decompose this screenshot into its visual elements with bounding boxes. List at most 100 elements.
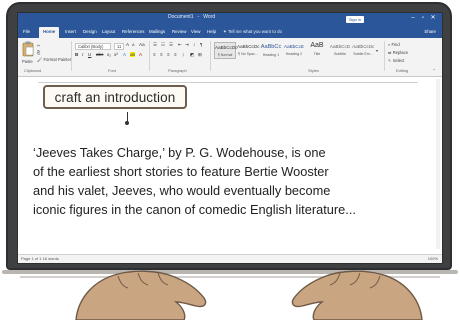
brush-icon: 🖌 — [37, 57, 43, 62]
style-heading-2[interactable]: AaBbCcE Heading 2 — [283, 42, 305, 59]
replace-label: Replace — [392, 50, 409, 55]
tab-insert[interactable]: Insert — [65, 29, 76, 34]
borders-icon[interactable]: ⊞ — [198, 52, 202, 58]
document-area[interactable]: craft an introduction ‘Jeeves Takes Char… — [18, 77, 442, 257]
align-left-icon[interactable]: ≡ — [153, 52, 156, 57]
copy-icon[interactable]: ⎘ — [37, 50, 40, 55]
font-size-box[interactable]: 11 — [114, 43, 125, 50]
document-paragraph[interactable]: ‘Jeeves Takes Charge,’ by P. G. Wodehous… — [33, 143, 428, 219]
title-separator: - — [197, 14, 200, 20]
format-painter-button[interactable]: 🖌 Format Painter — [37, 57, 71, 63]
italic-button[interactable]: I — [82, 52, 83, 57]
grow-font-icon[interactable]: A — [126, 42, 129, 47]
collapse-ribbon-icon[interactable]: ⌃ — [432, 68, 436, 73]
highlight-icon[interactable]: ab — [130, 52, 136, 57]
style-normal[interactable]: AaBbCcDc ¶ Normal — [214, 42, 238, 59]
group-divider — [71, 41, 72, 71]
tab-file[interactable]: File — [23, 29, 30, 34]
search-icon: ⌕ — [388, 42, 391, 47]
multilevel-list-icon[interactable]: ☰ — [169, 42, 173, 48]
style-name: Heading 2 — [285, 52, 303, 56]
justify-icon[interactable]: ≡ — [174, 52, 177, 57]
cursor-icon: ↖ — [388, 58, 392, 63]
select-button[interactable]: ↖ Select — [388, 58, 404, 63]
ribbon-tabs: File Home Insert Design Layout Reference… — [18, 26, 442, 38]
shrink-font-icon[interactable]: A — [132, 43, 135, 47]
tab-references[interactable]: References — [122, 29, 144, 34]
font-name-box[interactable]: Calibri (Body) — [75, 43, 111, 50]
window-controls: – ▫ ✕ — [408, 14, 438, 21]
shading-icon[interactable]: ◩ — [190, 52, 194, 58]
callout-text: craft an introduction — [54, 90, 176, 105]
show-marks-icon[interactable]: ¶ — [200, 42, 202, 47]
tab-layout[interactable]: Layout — [102, 29, 115, 34]
select-label: Select — [392, 58, 405, 63]
style-name: ¶ Normal — [217, 53, 233, 57]
window-title: Document1- Word — [168, 14, 348, 20]
sign-in-button[interactable]: Sign in — [346, 16, 364, 23]
group-divider — [210, 41, 211, 71]
right-hand — [291, 270, 423, 320]
group-divider — [384, 41, 385, 71]
minimize-icon[interactable]: – — [408, 15, 418, 21]
status-page-words: Page 1 of 1 16 words — [21, 256, 59, 261]
sort-icon[interactable]: ↕ — [193, 42, 195, 47]
text-effects-icon[interactable]: A — [123, 52, 126, 57]
subscript-button[interactable]: x₂ — [107, 52, 111, 57]
numbering-icon[interactable]: ☷ — [161, 42, 165, 48]
ruler — [38, 79, 418, 83]
tab-design[interactable]: Design — [83, 29, 97, 34]
style-sample: AaBbCcD — [329, 44, 351, 49]
align-right-icon[interactable]: ≡ — [167, 52, 170, 57]
pointer-dot — [125, 121, 129, 125]
maximize-icon[interactable]: ▫ — [418, 15, 428, 21]
style-heading-1[interactable]: AaBbCc Heading 1 — [260, 42, 282, 59]
tab-review[interactable]: Review — [172, 29, 186, 34]
lightbulb-icon: ✦ — [223, 29, 227, 34]
share-button[interactable]: Share — [424, 29, 436, 34]
zoom-level[interactable]: 100% — [428, 256, 438, 261]
paragraph-line: and his valet, Jeeves, who would eventua… — [33, 183, 331, 198]
change-case-icon[interactable]: Aa — [139, 42, 145, 47]
group-label-font: Font — [108, 68, 117, 73]
title-bar: Document1- Word Sign in – ▫ ✕ — [18, 13, 442, 26]
underline-button[interactable]: U — [88, 52, 91, 57]
group-divider — [149, 41, 150, 71]
tab-mailings[interactable]: Mailings — [149, 29, 165, 34]
home-ribbon: Paste ✂ ⎘ 🖌 Format Painter Clipboard Cal… — [18, 38, 442, 77]
style-name: Title — [313, 52, 321, 56]
bullets-icon[interactable]: ☰ — [153, 42, 157, 48]
superscript-button[interactable]: x² — [114, 52, 118, 57]
tell-me-search[interactable]: ✦ Tell me what you want to do — [223, 29, 282, 35]
font-color-icon[interactable]: A — [139, 52, 142, 57]
cut-icon[interactable]: ✂ — [37, 43, 41, 48]
style-no-spacing[interactable]: AaBbCcDc ¶ No Spac... — [237, 42, 259, 59]
close-icon[interactable]: ✕ — [428, 14, 438, 21]
laptop-scene: Document1- Word Sign in – ▫ ✕ File Home Ins… — [0, 0, 460, 320]
tab-home[interactable]: Home — [39, 27, 60, 38]
replace-icon: ⇄ — [388, 50, 392, 55]
style-title[interactable]: AaB Title — [306, 42, 328, 59]
increase-indent-icon[interactable]: ⇥ — [185, 42, 189, 48]
style-subtle-emphasis[interactable]: AaBbCcDc Subtle Em... — [352, 42, 374, 59]
style-subtitle[interactable]: AaBbCcD Subtitle — [329, 42, 351, 59]
decrease-indent-icon[interactable]: ⇤ — [178, 42, 182, 48]
replace-button[interactable]: ⇄ Replace — [388, 50, 408, 55]
styles-more-icon[interactable]: ▾ — [376, 48, 378, 53]
align-center-icon[interactable]: ≡ — [160, 52, 163, 57]
find-button[interactable]: ⌕ Find — [388, 42, 400, 47]
strikethrough-button[interactable]: abc — [96, 52, 103, 57]
bold-button[interactable]: B — [75, 52, 78, 57]
tab-help[interactable]: Help — [207, 29, 216, 34]
style-sample: AaBbCcE — [284, 44, 304, 49]
vertical-scrollbar[interactable] — [436, 79, 440, 249]
paragraph-line: of the earliest short stories to feature… — [33, 164, 329, 179]
tab-view[interactable]: View — [191, 29, 200, 34]
paste-icon[interactable] — [22, 41, 34, 57]
line-spacing-icon[interactable]: ↨ — [182, 52, 184, 57]
format-painter-label: Format Painter — [43, 57, 72, 62]
status-bar: Page 1 of 1 16 words 100% — [18, 254, 442, 263]
style-sample: AaBbCcDc — [215, 45, 238, 50]
group-label-paragraph: Paragraph — [168, 68, 187, 73]
paste-label[interactable]: Paste — [22, 59, 33, 64]
